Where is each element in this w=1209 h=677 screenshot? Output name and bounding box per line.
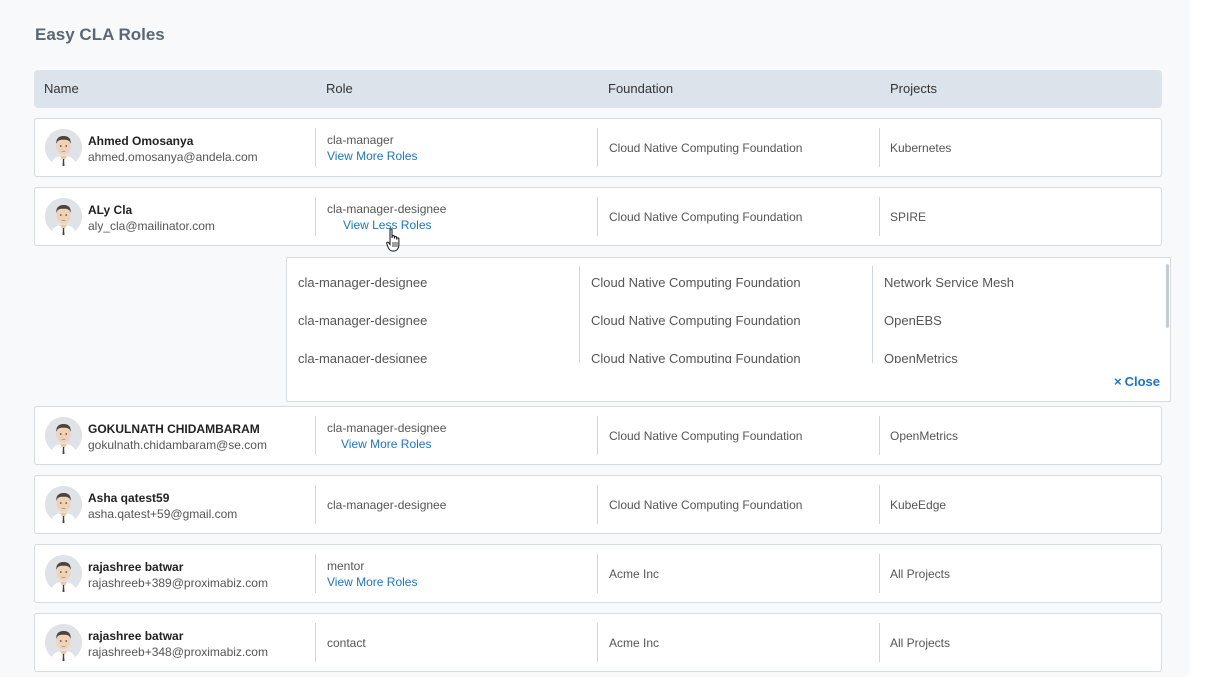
table-row: Asha qatest59 asha.qatest+59@gmail.com c… bbox=[34, 475, 1162, 534]
expanded-project: Network Service Mesh bbox=[884, 275, 1015, 290]
foundation-cell: Cloud Native Computing Foundation bbox=[609, 498, 803, 512]
view-more-roles-link[interactable]: View More Roles bbox=[341, 437, 431, 451]
avatar-icon bbox=[45, 417, 82, 454]
column-divider bbox=[597, 485, 598, 524]
column-divider bbox=[597, 197, 598, 236]
user-email: gokulnath.chidambaram@se.com bbox=[88, 438, 267, 452]
table-header: Name Role Foundation Projects bbox=[34, 70, 1162, 108]
column-divider bbox=[315, 623, 316, 662]
column-divider bbox=[879, 623, 880, 662]
foundation-cell: Cloud Native Computing Foundation bbox=[609, 429, 803, 443]
expanded-project: OpenMetrics bbox=[884, 351, 958, 363]
column-divider bbox=[315, 128, 316, 167]
foundation-cell: Cloud Native Computing Foundation bbox=[609, 210, 803, 224]
column-divider bbox=[315, 554, 316, 593]
foundation-cell: Acme Inc bbox=[609, 567, 660, 581]
project-cell: Kubernetes bbox=[890, 141, 952, 155]
user-name: rajashree batwar bbox=[88, 629, 184, 643]
close-icon: × bbox=[1114, 374, 1122, 389]
avatar-icon bbox=[45, 555, 82, 592]
user-name: GOKULNATH CHIDAMBARAM bbox=[88, 422, 260, 436]
expanded-foundation: Cloud Native Computing Foundation bbox=[591, 275, 801, 290]
column-divider bbox=[879, 128, 880, 167]
user-email: aly_cla@mailinator.com bbox=[88, 219, 215, 233]
column-divider bbox=[315, 416, 316, 455]
project-cell: OpenMetrics bbox=[890, 429, 959, 443]
view-more-roles-link[interactable]: View More Roles bbox=[327, 575, 417, 589]
avatar-icon bbox=[45, 624, 82, 661]
table-row: GOKULNATH CHIDAMBARAM gokulnath.chidamba… bbox=[34, 406, 1162, 465]
role-text: cla-manager-designee bbox=[327, 202, 447, 216]
avatar-icon bbox=[45, 486, 82, 523]
close-button[interactable]: × Close bbox=[1114, 374, 1160, 389]
role-text: cla-manager-designee bbox=[327, 421, 447, 435]
role-text: contact bbox=[327, 636, 366, 650]
user-name: Ahmed Omosanya bbox=[88, 134, 194, 148]
column-divider bbox=[879, 485, 880, 524]
column-divider bbox=[597, 554, 598, 593]
user-email: rajashreeb+348@proximabiz.com bbox=[88, 645, 268, 659]
column-divider bbox=[597, 416, 598, 455]
avatar-icon bbox=[45, 129, 82, 166]
column-divider bbox=[315, 197, 316, 236]
table-row: rajashree batwar rajashreeb+348@proximab… bbox=[34, 613, 1162, 672]
column-divider bbox=[597, 623, 598, 662]
expanded-project: OpenEBS bbox=[884, 313, 942, 328]
expanded-foundation: Cloud Native Computing Foundation bbox=[591, 351, 801, 363]
header-foundation: Foundation bbox=[608, 81, 674, 96]
project-cell: All Projects bbox=[890, 636, 951, 650]
table-row: rajashree batwar rajashreeb+389@proximab… bbox=[34, 544, 1162, 603]
user-email: asha.qatest+59@gmail.com bbox=[88, 507, 238, 521]
expanded-role: cla-manager-designee bbox=[298, 275, 428, 290]
hand-cursor-icon bbox=[386, 228, 400, 252]
expanded-foundation: Cloud Native Computing Foundation bbox=[591, 313, 801, 328]
project-cell: All Projects bbox=[890, 567, 951, 581]
user-name: ALy Cla bbox=[88, 203, 133, 217]
header-role: Role bbox=[326, 81, 353, 96]
column-divider bbox=[579, 266, 580, 363]
column-divider bbox=[597, 128, 598, 167]
foundation-cell: Acme Inc bbox=[609, 636, 660, 650]
close-label: Close bbox=[1124, 374, 1160, 389]
user-name: Asha qatest59 bbox=[88, 491, 170, 505]
column-divider bbox=[872, 266, 873, 363]
role-text: mentor bbox=[327, 559, 365, 573]
column-divider bbox=[879, 416, 880, 455]
user-email: ahmed.omosanya@andela.com bbox=[88, 150, 258, 164]
expanded-roles-panel: cla-manager-designee Cloud Native Comput… bbox=[286, 257, 1171, 402]
scrollbar[interactable] bbox=[1166, 264, 1169, 328]
role-text: cla-manager-designee bbox=[327, 498, 447, 512]
header-projects: Projects bbox=[890, 81, 937, 96]
header-name: Name bbox=[44, 81, 79, 96]
table-row: Ahmed Omosanya ahmed.omosanya@andela.com… bbox=[34, 118, 1162, 177]
expanded-roles-list[interactable]: cla-manager-designee Cloud Native Comput… bbox=[287, 258, 1167, 363]
view-more-roles-link[interactable]: View More Roles bbox=[327, 149, 417, 163]
column-divider bbox=[879, 554, 880, 593]
column-divider bbox=[315, 485, 316, 524]
project-cell: KubeEdge bbox=[890, 498, 947, 512]
expanded-role: cla-manager-designee bbox=[298, 313, 428, 328]
expanded-role: cla-manager-designee bbox=[298, 351, 428, 363]
table-row: ALy Cla aly_cla@mailinator.com cla-manag… bbox=[34, 187, 1162, 246]
foundation-cell: Cloud Native Computing Foundation bbox=[609, 141, 803, 155]
avatar-icon bbox=[45, 198, 82, 235]
column-divider bbox=[879, 197, 880, 236]
roles-panel: Easy CLA Roles Name Role Foundation Proj… bbox=[0, 0, 1190, 677]
role-text: cla-manager bbox=[327, 133, 394, 147]
user-name: rajashree batwar bbox=[88, 560, 184, 574]
project-cell: SPIRE bbox=[890, 210, 927, 224]
page-title: Easy CLA Roles bbox=[35, 25, 165, 44]
user-email: rajashreeb+389@proximabiz.com bbox=[88, 576, 268, 590]
